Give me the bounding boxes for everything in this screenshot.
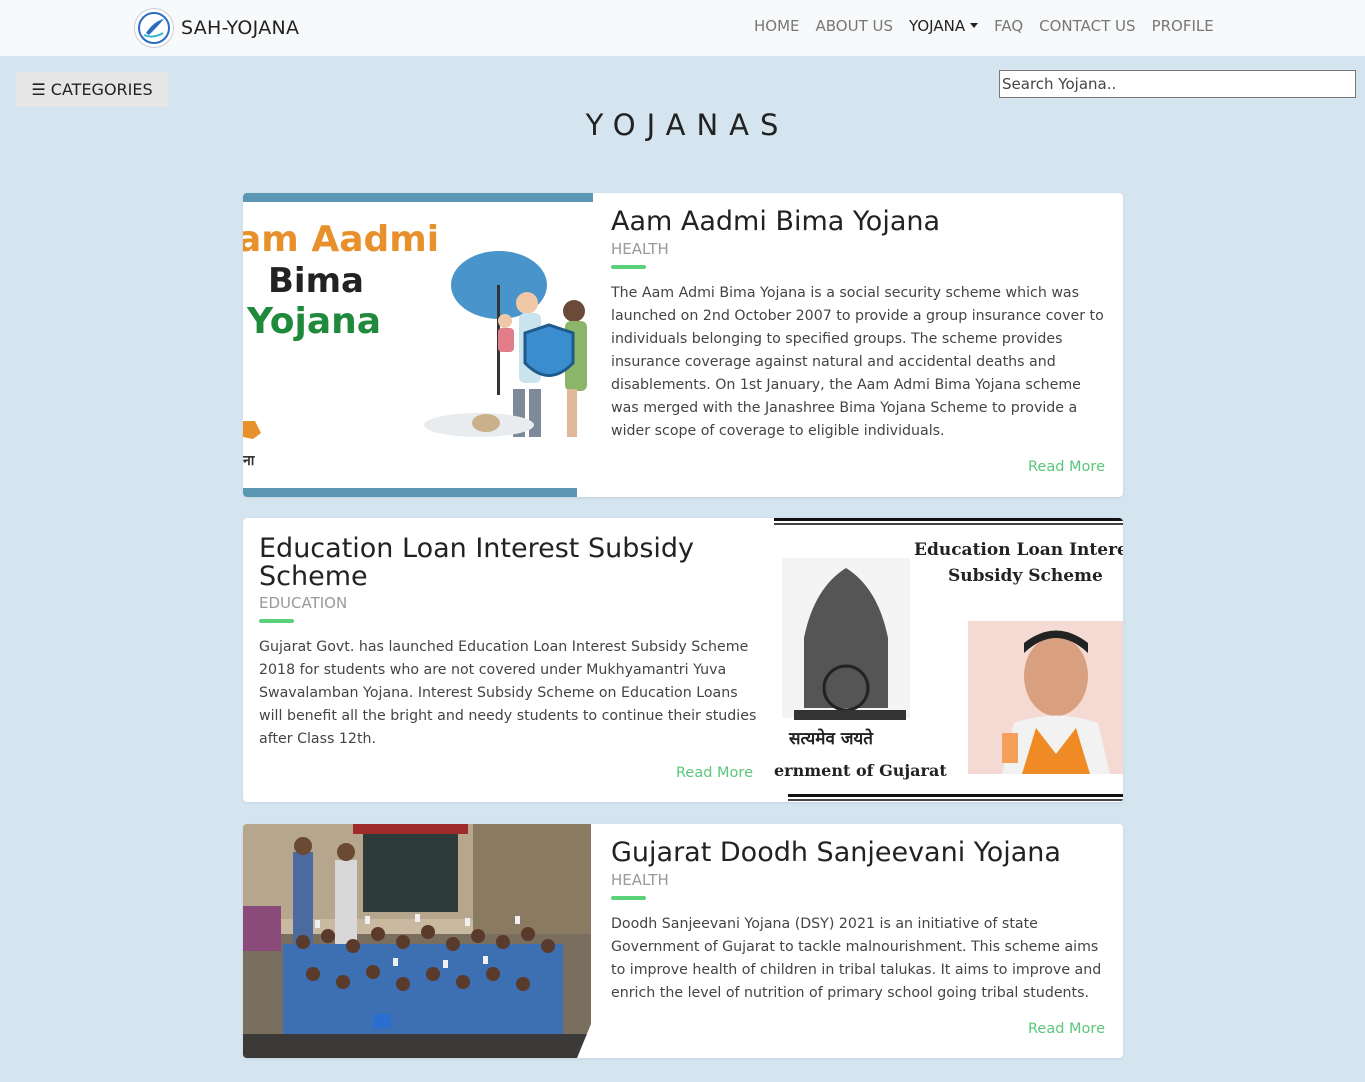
yojana-image[interactable]: am Aadmi Bima Yojana ना <box>243 193 593 497</box>
image-text: Bima <box>268 261 364 301</box>
nav-contact-us[interactable]: CONTACT US <box>1039 17 1135 35</box>
svg-text:ना: ना <box>243 453 256 469</box>
page-title: YOJANAS <box>585 108 790 142</box>
card-title[interactable]: Aam Aadmi Bima Yojana <box>611 208 1106 236</box>
nav-profile[interactable]: PROFILE <box>1152 17 1214 35</box>
brand-name: SAH-YOJANA <box>181 17 300 39</box>
brand[interactable]: SAH-YOJANA <box>134 8 299 48</box>
card-category: HEALTH <box>611 870 669 889</box>
nav-faq[interactable]: FAQ <box>994 17 1023 35</box>
yojana-card: Gujarat Doodh Sanjeevani Yojana HEALTH D… <box>243 824 1123 1058</box>
read-more-link[interactable]: Read More <box>1028 1021 1105 1037</box>
card-body: Gujarat Doodh Sanjeevani Yojana HEALTH D… <box>611 839 1106 1005</box>
search-input[interactable] <box>999 70 1356 98</box>
image-text: Subsidy Scheme <box>948 566 1103 586</box>
divider <box>611 264 646 269</box>
image-text: ernment of Gujarat <box>774 761 947 780</box>
yojana-card: Education Loan Interest Subsidy Scheme E… <box>243 518 1123 802</box>
nav-yojana-dropdown[interactable]: YOJANA <box>909 17 979 35</box>
categories-button[interactable]: ☰ CATEGORIES <box>16 72 168 107</box>
card-description: Gujarat Govt. has launched Education Loa… <box>259 639 757 748</box>
card-description: The Aam Admi Bima Yojana is a social sec… <box>611 284 1104 439</box>
main-nav: HOME ABOUT US YOJANA FAQ CONTACT US PROF… <box>754 17 1230 35</box>
image-text: am Aadmi <box>243 219 439 260</box>
nav-about-us[interactable]: ABOUT US <box>816 17 894 35</box>
card-category: EDUCATION <box>259 594 348 613</box>
image-text: सत्यमेव जयते <box>788 728 874 749</box>
yojana-image[interactable] <box>243 824 591 1058</box>
top-navbar: SAH-YOJANA HOME ABOUT US YOJANA FAQ CONT… <box>0 0 1365 56</box>
card-title[interactable]: Education Loan Interest Subsidy Scheme <box>259 535 759 590</box>
caret-down-icon <box>970 23 979 28</box>
card-description: Doodh Sanjeevani Yojana (DSY) 2021 is an… <box>611 915 1102 1001</box>
read-more-link[interactable]: Read More <box>1028 459 1105 475</box>
card-category: HEALTH <box>611 239 669 258</box>
nav-home[interactable]: HOME <box>754 17 800 35</box>
image-text: Yojana <box>246 301 381 342</box>
read-more-link[interactable]: Read More <box>676 765 753 781</box>
card-body: Aam Aadmi Bima Yojana HEALTH The Aam Adm… <box>611 208 1106 443</box>
logo-icon <box>134 8 174 48</box>
divider <box>611 895 646 900</box>
image-text: Education Loan Interes <box>914 540 1123 560</box>
card-body: Education Loan Interest Subsidy Scheme E… <box>259 535 759 751</box>
yojana-card: am Aadmi Bima Yojana ना Aam Aadmi Bima Y… <box>243 193 1123 497</box>
nav-yojana-label: YOJANA <box>909 17 966 35</box>
card-title[interactable]: Gujarat Doodh Sanjeevani Yojana <box>611 839 1106 867</box>
divider <box>259 619 294 624</box>
yojana-image[interactable]: Education Loan Interes Subsidy Scheme सत… <box>774 518 1123 802</box>
